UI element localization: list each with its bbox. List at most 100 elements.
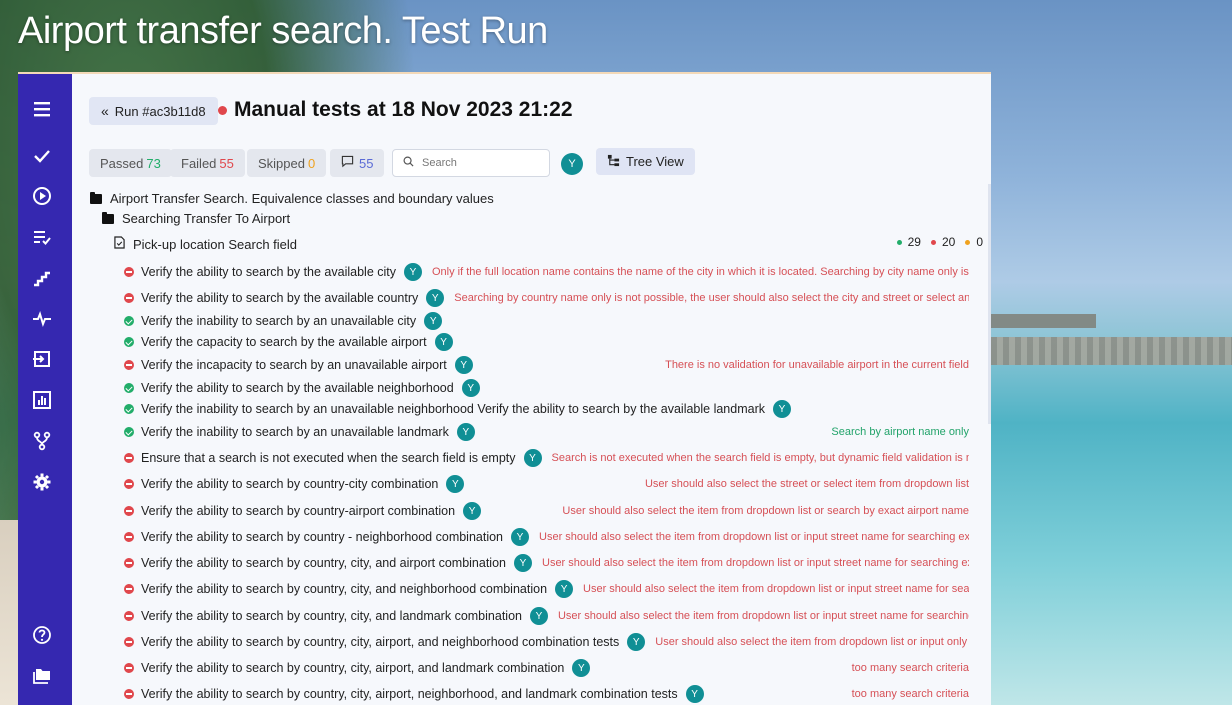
branch-icon[interactable] [31,430,53,452]
test-row[interactable]: Verify the inability to search by an una… [124,311,969,331]
assignee-avatar[interactable]: Y [461,379,480,397]
test-row[interactable]: Verify the ability to search by country,… [124,684,969,704]
status-icon [124,293,134,303]
list-check-icon[interactable] [31,226,53,248]
avatar[interactable]: Y [561,153,583,175]
assignee-avatar[interactable]: Y [454,356,473,374]
filter-skipped-label: Skipped [258,155,305,171]
test-row[interactable]: Verify the ability to search by the avai… [124,378,969,398]
test-title: Verify the inability to search by an una… [141,314,417,328]
status-icon [124,584,134,594]
failed-dot-icon [930,239,936,245]
test-title: Verify the inability to search by an una… [141,402,765,416]
suite-row[interactable]: Pick-up location Search field [114,236,297,252]
sub-folder-label: Searching Transfer To Airport [122,211,291,226]
gear-icon[interactable] [31,471,53,493]
assignee-avatar[interactable]: Y [434,333,453,351]
search-input[interactable] [422,157,542,169]
test-row[interactable]: Verify the ability to search by country-… [124,501,969,521]
run-label: Run #ac3b11d8 [114,103,206,119]
test-row[interactable]: Verify the ability to search by country,… [124,632,969,652]
test-row[interactable]: Ensure that a search is not executed whe… [124,448,969,468]
status-icon [124,663,134,673]
search-icon [403,156,414,170]
page-title-text: Manual tests at 18 Nov 2023 21:22 [234,98,573,121]
tree-view-button[interactable]: Tree View [596,148,695,175]
test-row[interactable]: Verify the capacity to search by the ava… [124,332,969,352]
assignee-avatar[interactable]: Y [514,554,532,572]
suite-passed-count: 29 [907,235,921,249]
pulse-icon[interactable] [31,308,53,330]
passed-dot-icon [896,239,902,245]
test-row[interactable]: Verify the ability to search by country,… [124,579,969,599]
check-icon[interactable] [31,145,53,167]
filter-comments-count: 55 [359,155,374,171]
assignee-avatar[interactable]: Y [463,502,482,520]
status-icon [124,558,134,568]
scrollbar[interactable] [988,184,991,424]
help-icon[interactable] [31,624,53,646]
assignee-avatar[interactable]: Y [627,633,646,651]
assignee-avatar[interactable]: Y [685,685,704,703]
run-status-icon [218,105,227,115]
test-title: Verify the ability to search by the avai… [141,265,396,279]
filter-passed[interactable]: Passed 73 [89,149,172,177]
menu-icon[interactable] [31,98,53,120]
root-folder[interactable]: Airport Transfer Search. Equivalence cla… [90,191,494,206]
assignee-avatar[interactable]: Y [523,449,542,467]
sub-folder[interactable]: Searching Transfer To Airport [102,211,290,226]
test-row[interactable]: Verify the ability to search by the avai… [124,288,969,308]
test-comment: Searching by country name only is not po… [454,292,969,304]
assignee-avatar[interactable]: Y [424,312,443,330]
status-icon [124,267,134,277]
status-icon [124,383,134,393]
play-circle-icon[interactable] [31,185,53,207]
search-field[interactable] [392,149,550,177]
status-icon [124,360,134,370]
test-row[interactable]: Verify the ability to search by country-… [124,474,969,494]
assignee-avatar[interactable]: Y [773,400,791,418]
assignee-avatar[interactable]: Y [555,580,574,598]
test-comment: User should also select the item from dr… [539,531,969,543]
comment-icon [341,155,354,171]
test-row[interactable]: Verify the ability to search by the avai… [124,262,969,282]
steps-icon[interactable] [31,267,53,289]
filter-failed[interactable]: Failed 55 [170,149,245,177]
filter-skipped[interactable]: Skipped 0 [247,149,327,177]
test-comment: User should also select the street or se… [644,478,969,490]
test-row[interactable]: Verify the inability to search by an una… [124,399,969,419]
test-comment: Search is not executed when the search f… [551,452,969,464]
run-back-button[interactable]: « Run #ac3b11d8 [89,97,218,125]
assignee-avatar[interactable]: Y [572,659,591,677]
assignee-avatar[interactable]: Y [456,423,475,441]
test-row[interactable]: Verify the ability to search by country … [124,527,969,547]
analytics-icon[interactable] [31,389,53,411]
test-title: Verify the ability to search by country,… [141,609,522,623]
status-icon [124,479,134,489]
folders-icon[interactable] [31,665,53,687]
folder-icon [102,211,114,224]
assignee-avatar[interactable]: Y [511,528,530,546]
filter-comments[interactable]: 55 [330,149,385,177]
test-row[interactable]: Verify the incapacity to search by an un… [124,355,969,375]
filter-passed-label: Passed [100,155,144,171]
assignee-avatar[interactable]: Y [426,289,445,307]
assignee-avatar[interactable]: Y [446,475,465,493]
test-row[interactable]: Verify the ability to search by country,… [124,658,969,678]
status-icon [124,611,134,621]
test-row[interactable]: Verify the ability to search by country,… [124,553,969,573]
test-comment: User should also select the item from dr… [562,505,969,517]
status-icon [124,506,134,516]
test-comment: User should also select the item from dr… [655,636,969,648]
test-row[interactable]: Verify the inability to search by an una… [124,422,969,442]
status-icon [124,427,134,437]
import-icon[interactable] [31,348,53,370]
test-title: Verify the incapacity to search by an un… [141,358,447,372]
test-row[interactable]: Verify the ability to search by country,… [124,606,969,626]
test-title: Verify the ability to search by the avai… [141,291,419,305]
assignee-avatar[interactable]: Y [404,263,422,281]
suite-label: Pick-up location Search field [133,236,298,252]
status-icon [124,404,134,414]
test-title: Verify the inability to search by an una… [141,425,449,439]
assignee-avatar[interactable]: Y [529,607,548,625]
